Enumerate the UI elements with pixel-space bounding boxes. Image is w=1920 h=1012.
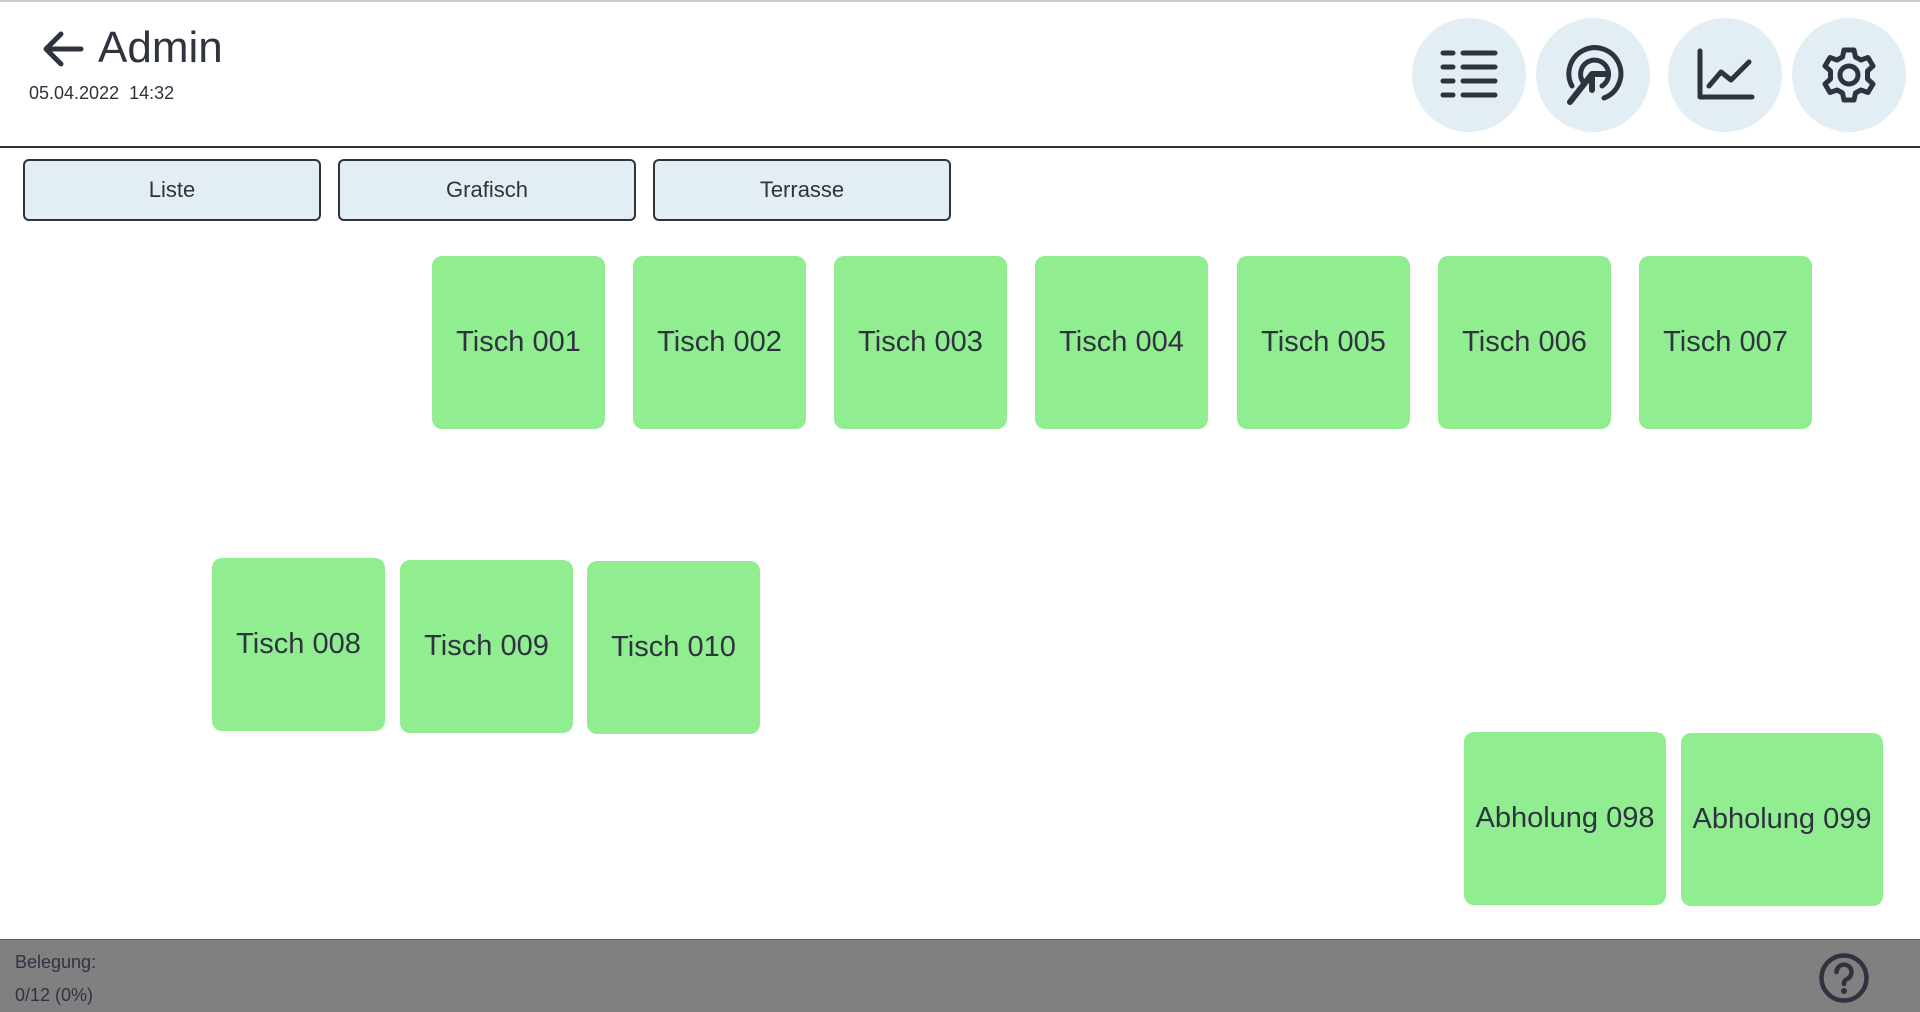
datetime-text: 05.04.2022 14:32: [29, 83, 175, 103]
gear-icon: [1822, 47, 1876, 103]
table-tile-003[interactable]: Tisch 003: [834, 256, 1007, 429]
statistics-button[interactable]: [1668, 18, 1782, 132]
table-tile-010[interactable]: Tisch 010: [587, 561, 760, 734]
back-button[interactable]: [38, 26, 88, 72]
tap-icon: [1566, 45, 1624, 105]
table-tile-008[interactable]: Tisch 008: [212, 558, 385, 731]
table-tile-005[interactable]: Tisch 005: [1237, 256, 1410, 429]
table-tile-001[interactable]: Tisch 001: [432, 256, 605, 429]
occupancy-label: Belegung:: [15, 952, 97, 972]
tab-grafisch[interactable]: Grafisch: [338, 159, 636, 221]
chart-line-icon: [1697, 48, 1755, 100]
settings-button[interactable]: [1792, 18, 1906, 132]
table-tile-007[interactable]: Tisch 007: [1639, 256, 1812, 429]
touch-button[interactable]: [1536, 18, 1650, 132]
tab-liste[interactable]: Liste: [23, 159, 321, 221]
table-tile-006[interactable]: Tisch 006: [1438, 256, 1611, 429]
list-view-button[interactable]: [1412, 18, 1526, 132]
table-tile-004[interactable]: Tisch 004: [1035, 256, 1208, 429]
table-tile-abholung-099[interactable]: Abholung 099: [1681, 733, 1883, 906]
table-tile-009[interactable]: Tisch 009: [400, 560, 573, 733]
table-tile-002[interactable]: Tisch 002: [633, 256, 806, 429]
list-icon: [1440, 50, 1498, 98]
status-footer: Belegung: 0/12 (0%): [0, 939, 1920, 1012]
page-title: Admin: [98, 23, 223, 72]
tab-terrasse[interactable]: Terrasse: [653, 159, 951, 221]
header-bar: Admin 05.04.2022 14:32: [0, 2, 1920, 148]
help-circle-icon: [1819, 953, 1869, 1003]
occupancy-value: 0/12 (0%): [15, 985, 94, 1005]
table-tile-abholung-098[interactable]: Abholung 098: [1464, 732, 1666, 905]
arrow-left-icon: [43, 31, 84, 67]
help-button[interactable]: [1817, 951, 1871, 1005]
